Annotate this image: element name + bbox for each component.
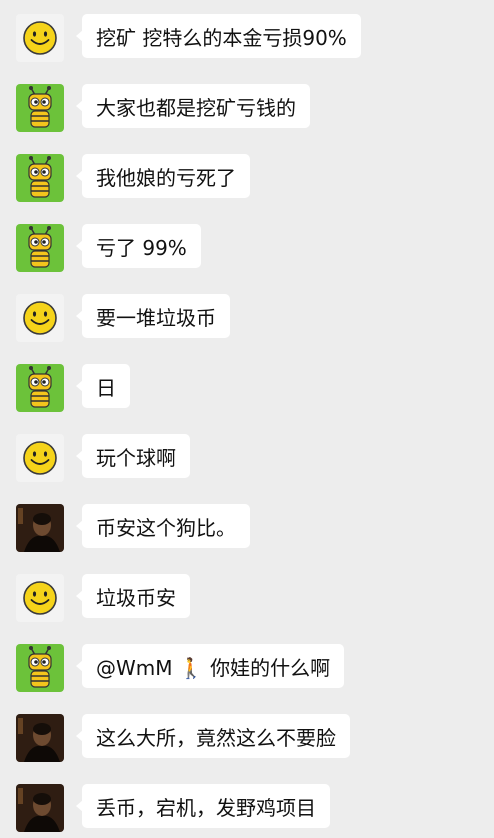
message-bubble[interactable]: 大家也都是挖矿亏钱的 bbox=[76, 84, 310, 128]
message-bubble[interactable]: 亏了 99% bbox=[76, 224, 201, 268]
message-bubble[interactable]: @WmM 🚶 你娃的什么啊 bbox=[75, 644, 345, 688]
chat-message: @WmM 🚶 你娃的什么啊 bbox=[0, 638, 494, 698]
message-bubble[interactable]: 玩个球啊 bbox=[76, 434, 190, 478]
chat-message: 币安这个狗比。 bbox=[0, 498, 494, 558]
chat-message: 我他娘的亏死了 bbox=[0, 148, 494, 208]
bee-avatar-icon[interactable] bbox=[16, 364, 64, 412]
bee-avatar-icon[interactable] bbox=[16, 644, 64, 692]
smiley-avatar-icon[interactable] bbox=[16, 14, 64, 62]
photo-avatar-icon[interactable] bbox=[16, 714, 64, 762]
smiley-avatar-icon[interactable] bbox=[16, 294, 64, 342]
photo-avatar-icon[interactable] bbox=[16, 784, 64, 832]
message-bubble[interactable]: 丢币，宕机，发野鸡项目 bbox=[76, 784, 330, 828]
message-bubble[interactable]: 日 bbox=[76, 364, 130, 408]
message-bubble[interactable]: 我他娘的亏死了 bbox=[76, 154, 250, 198]
message-bubble[interactable]: 币安这个狗比。 bbox=[76, 504, 250, 548]
chat-message: 日 bbox=[0, 358, 494, 418]
chat-message: 玩个球啊 bbox=[0, 428, 494, 488]
chat-message: 大家也都是挖矿亏钱的 bbox=[0, 78, 494, 138]
message-bubble[interactable]: 垃圾币安 bbox=[76, 574, 190, 618]
chat-message: 丢币，宕机，发野鸡项目 bbox=[0, 778, 494, 838]
bee-avatar-icon[interactable] bbox=[16, 224, 64, 272]
chat-message: 要一堆垃圾币 bbox=[0, 288, 494, 348]
message-bubble[interactable]: 挖矿 挖特么的本金亏损90% bbox=[76, 14, 361, 58]
smiley-avatar-icon[interactable] bbox=[16, 434, 64, 482]
bee-avatar-icon[interactable] bbox=[16, 154, 64, 202]
chat-message: 亏了 99% bbox=[0, 218, 494, 278]
message-bubble[interactable]: 要一堆垃圾币 bbox=[76, 294, 230, 338]
chat-message-list[interactable]: 挖矿 挖特么的本金亏损90% 大家也都是挖矿亏钱的 我他娘的亏死了 亏了 99%… bbox=[0, 0, 494, 833]
photo-avatar-icon[interactable] bbox=[16, 504, 64, 552]
chat-message: 这么大所，竟然这么不要脸 bbox=[0, 708, 494, 768]
chat-message: 垃圾币安 bbox=[0, 568, 494, 628]
message-bubble[interactable]: 这么大所，竟然这么不要脸 bbox=[76, 714, 350, 758]
bee-avatar-icon[interactable] bbox=[16, 84, 64, 132]
smiley-avatar-icon[interactable] bbox=[16, 574, 64, 622]
chat-message: 挖矿 挖特么的本金亏损90% bbox=[0, 8, 494, 68]
